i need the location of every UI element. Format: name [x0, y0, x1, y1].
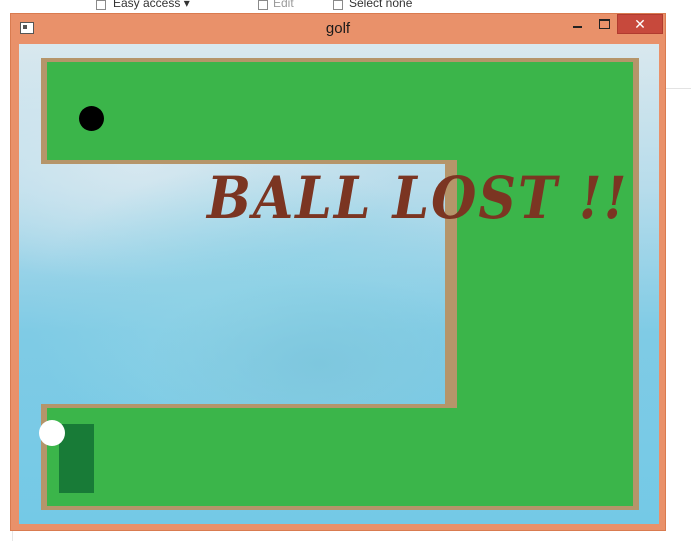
- close-button[interactable]: ✕: [617, 14, 663, 34]
- edit-icon: [258, 0, 268, 10]
- minimize-button[interactable]: [566, 14, 590, 34]
- edit-button[interactable]: Edit: [273, 0, 294, 10]
- background-explorer-content: [666, 14, 691, 541]
- background-explorer-divider: [666, 88, 691, 89]
- golf-ball[interactable]: [39, 420, 65, 446]
- maximize-button[interactable]: [592, 14, 616, 34]
- game-canvas[interactable]: BALL LOST !!: [19, 44, 659, 524]
- select-none-button[interactable]: Select none: [349, 0, 412, 10]
- desktop: Easy access ▾ Edit Select none golf ✕ BA…: [0, 0, 691, 541]
- golf-window: golf ✕ BALL LOST !!: [10, 13, 666, 531]
- easy-access-icon: [96, 0, 106, 10]
- title-bar[interactable]: golf ✕: [11, 14, 665, 43]
- close-icon: ✕: [634, 16, 646, 32]
- ball-lost-message: BALL LOST !!: [207, 164, 629, 233]
- golf-hole: [79, 106, 104, 131]
- fairway-top: [47, 62, 633, 160]
- easy-access-button[interactable]: Easy access ▾: [113, 0, 190, 10]
- fairway-bottom: [47, 408, 633, 506]
- select-none-icon: [333, 0, 343, 10]
